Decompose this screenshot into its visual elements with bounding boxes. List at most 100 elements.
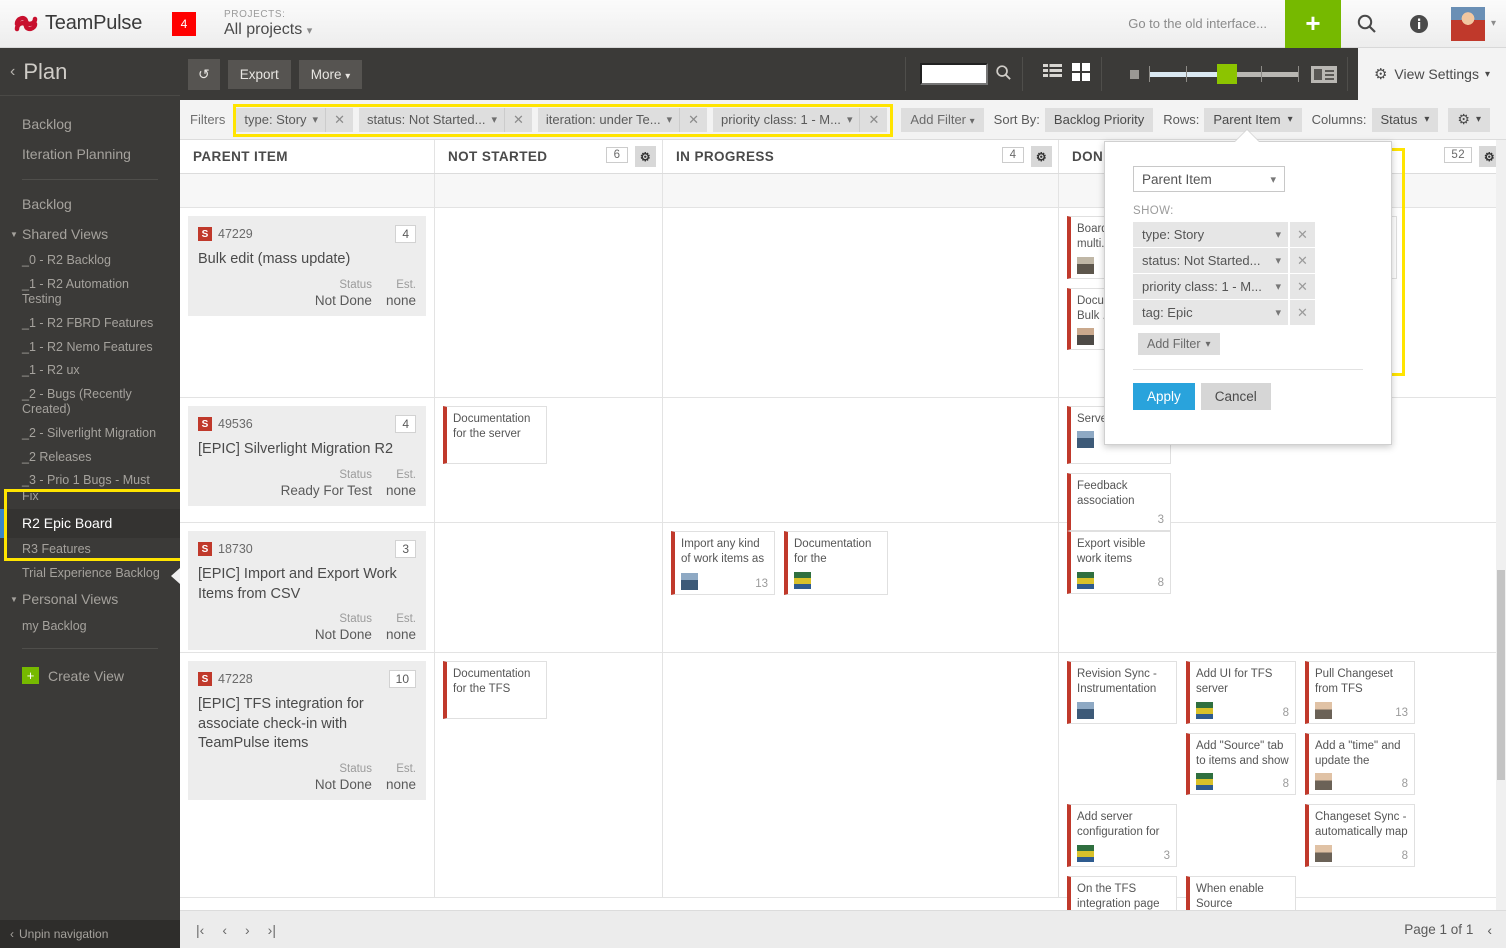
last-page-icon[interactable]: ›| — [268, 922, 276, 938]
cancel-button[interactable]: Cancel — [1200, 383, 1271, 410]
remove-filter-icon[interactable]: ✕ — [859, 107, 887, 132]
user-avatar[interactable] — [1450, 6, 1485, 41]
task-card[interactable]: Add server configuration for 3 — [1067, 804, 1177, 867]
cell-in-progress[interactable]: Import any kind of work items as new 13 … — [663, 523, 1059, 652]
popup-filter-tag[interactable]: tag: Epic ▾ — [1133, 300, 1288, 325]
info-icon[interactable] — [1393, 0, 1445, 48]
sort-by-value[interactable]: Backlog Priority — [1044, 107, 1154, 132]
popup-filter-status[interactable]: status: Not Started... ▾ — [1133, 248, 1288, 273]
back-chevron-icon[interactable]: ‹ — [10, 63, 15, 81]
remove-filter-icon[interactable]: ✕ — [1290, 274, 1315, 299]
columns-value[interactable]: Status ▾ — [1371, 107, 1439, 132]
prev-page-icon[interactable]: ‹ — [222, 922, 227, 938]
parent-card[interactable]: S 49536 4 [EPIC] Silverlight Migration R… — [188, 406, 426, 506]
sidebar-item-r2-fbrd-features[interactable]: _1 - R2 FBRD Features — [0, 312, 180, 336]
zoom-small-icon[interactable] — [1129, 69, 1139, 79]
sidebar-item-bugs-recently-created[interactable]: _2 - Bugs (Recently Created) — [0, 383, 180, 422]
task-card[interactable]: When enable Source association 8 — [1186, 875, 1296, 910]
notification-badge[interactable]: 4 — [172, 11, 196, 36]
projects-selector[interactable]: PROJECTS: All projects ▾ — [224, 9, 312, 39]
cell-in-progress[interactable] — [663, 653, 1059, 897]
task-card[interactable]: Documentation for the server — [443, 406, 547, 464]
sidebar-group-shared-views[interactable]: ▼ Shared Views — [0, 220, 180, 250]
sidebar-group-personal-views[interactable]: ▼ Personal Views — [0, 585, 180, 615]
old-interface-link[interactable]: Go to the old interface... — [1128, 16, 1285, 31]
cell-not-started[interactable] — [435, 523, 663, 652]
sidebar-item-backlog-section[interactable]: Backlog — [0, 190, 180, 220]
sidebar-item-r2-nemo-features[interactable]: _1 - R2 Nemo Features — [0, 336, 180, 360]
sidebar-item-backlog[interactable]: Backlog — [0, 110, 180, 140]
create-view-button[interactable]: + Create View — [0, 659, 180, 692]
list-view-icon[interactable] — [1042, 63, 1062, 85]
sidebar-item-r3-features[interactable]: R3 Features — [0, 538, 180, 562]
card-view-icon[interactable] — [1071, 62, 1091, 86]
chevron-down-icon[interactable]: ▾ — [313, 113, 326, 126]
remove-filter-icon[interactable]: ✕ — [325, 107, 353, 132]
column-settings-gear-icon[interactable]: ⚙ — [635, 146, 656, 167]
task-card[interactable]: Changeset Sync - automatically map 8 — [1305, 804, 1415, 867]
projects-value[interactable]: All projects ▾ — [224, 21, 312, 39]
task-card[interactable]: Add a "time" and update the 8 — [1305, 732, 1415, 796]
remove-filter-icon[interactable]: ✕ — [1290, 222, 1315, 247]
card-size-slider[interactable] — [1148, 63, 1299, 85]
cell-not-started[interactable] — [435, 208, 663, 397]
add-filter-button[interactable]: Add Filter ▾ — [901, 107, 984, 132]
sidebar-item-r2-automation-testing[interactable]: _1 - R2 Automation Testing — [0, 273, 180, 312]
search-icon[interactable] — [1341, 0, 1393, 48]
plan-header[interactable]: ‹ Plan — [0, 48, 180, 96]
rows-grouping-select[interactable]: Parent Item ▾ — [1133, 166, 1285, 192]
task-card[interactable]: Add UI for TFS server 8 — [1186, 661, 1296, 724]
sidebar-item-releases[interactable]: _2 Releases — [0, 446, 180, 470]
sidebar-item-r2-ux[interactable]: _1 - R2 ux — [0, 359, 180, 383]
refresh-button[interactable]: ↺ — [188, 58, 220, 90]
task-card[interactable]: Pull Changeset from TFS 13 — [1305, 661, 1415, 724]
column-settings-gear-icon[interactable]: ⚙ — [1031, 146, 1052, 167]
sidebar-item-r2-backlog[interactable]: _0 - R2 Backlog — [0, 249, 180, 273]
cell-not-started[interactable]: Documentation for the TFS check- — [435, 653, 663, 897]
sidebar-item-r2-epic-board[interactable]: R2 Epic Board — [0, 508, 180, 538]
zoom-large-icon[interactable] — [1310, 65, 1337, 83]
next-page-icon[interactable]: › — [245, 922, 250, 938]
remove-filter-icon[interactable]: ✕ — [1290, 248, 1315, 273]
rows-value[interactable]: Parent Item ▾ — [1204, 107, 1302, 132]
scrollbar-thumb[interactable] — [1497, 570, 1505, 780]
board-settings-gear-button[interactable]: ⚙ ▾ — [1448, 107, 1490, 132]
filter-chip-iteration[interactable]: iteration: under Te... ▾ ✕ — [537, 107, 708, 132]
cell-in-progress[interactable] — [663, 208, 1059, 397]
brand-logo[interactable]: TeamPulse — [0, 12, 168, 35]
popup-add-filter-button[interactable]: Add Filter ▾ — [1138, 333, 1220, 355]
board-vertical-scrollbar[interactable] — [1496, 140, 1506, 910]
user-menu-chevron-down-icon[interactable]: ▾ — [1491, 18, 1496, 29]
remove-filter-icon[interactable]: ✕ — [1290, 300, 1315, 325]
chevron-down-icon[interactable]: ▾ — [847, 113, 860, 126]
popup-filter-priority-class[interactable]: priority class: 1 - M... ▾ — [1133, 274, 1288, 299]
apply-button[interactable]: Apply — [1133, 383, 1195, 410]
task-card[interactable]: Documentation for the TFS check- — [443, 661, 547, 719]
cell-in-progress[interactable] — [663, 174, 1059, 208]
cell-not-started[interactable] — [435, 174, 663, 208]
remove-filter-icon[interactable]: ✕ — [679, 107, 707, 132]
sidebar-item-trial-experience-backlog[interactable]: Trial Experience Backlog — [0, 562, 180, 586]
view-settings-button[interactable]: ⚙ View Settings ▾ — [1357, 48, 1506, 100]
sidebar-item-silverlight-migration[interactable]: _2 - Silverlight Migration — [0, 422, 180, 446]
remove-filter-icon[interactable]: ✕ — [504, 107, 532, 132]
chevron-down-icon[interactable]: ▾ — [667, 113, 680, 126]
filter-chip-type[interactable]: type: Story ▾ ✕ — [236, 107, 353, 132]
task-card[interactable]: On the TFS integration page 1 — [1067, 875, 1177, 910]
filter-chip-priority-class[interactable]: priority class: 1 - M... ▾ ✕ — [713, 107, 888, 132]
filter-chip-status[interactable]: status: Not Started... ▾ ✕ — [358, 107, 532, 132]
slider-knob[interactable] — [1216, 64, 1237, 84]
export-button[interactable]: Export — [227, 59, 291, 89]
cell-done[interactable]: Revision Sync - Instrumentation Add UI f… — [1059, 653, 1506, 910]
parent-card[interactable]: S 47228 10 [EPIC] TFS integration for as… — [188, 661, 426, 800]
chevron-down-icon[interactable]: ▾ — [491, 113, 504, 126]
first-page-icon[interactable]: |‹ — [196, 922, 204, 938]
sidebar-item-prio1-bugs[interactable]: _3 - Prio 1 Bugs - Must Fix — [0, 469, 180, 508]
more-button[interactable]: More ▾ — [298, 59, 363, 89]
search-icon[interactable] — [995, 64, 1012, 85]
sidebar-item-my-backlog[interactable]: my Backlog — [0, 615, 180, 639]
task-card[interactable]: Feedback association 3 — [1067, 473, 1171, 531]
parent-card[interactable]: S 47229 4 Bulk edit (mass update) Status… — [188, 216, 426, 316]
cell-not-started[interactable]: Documentation for the server — [435, 398, 663, 522]
popup-filter-type[interactable]: type: Story ▾ — [1133, 222, 1288, 247]
